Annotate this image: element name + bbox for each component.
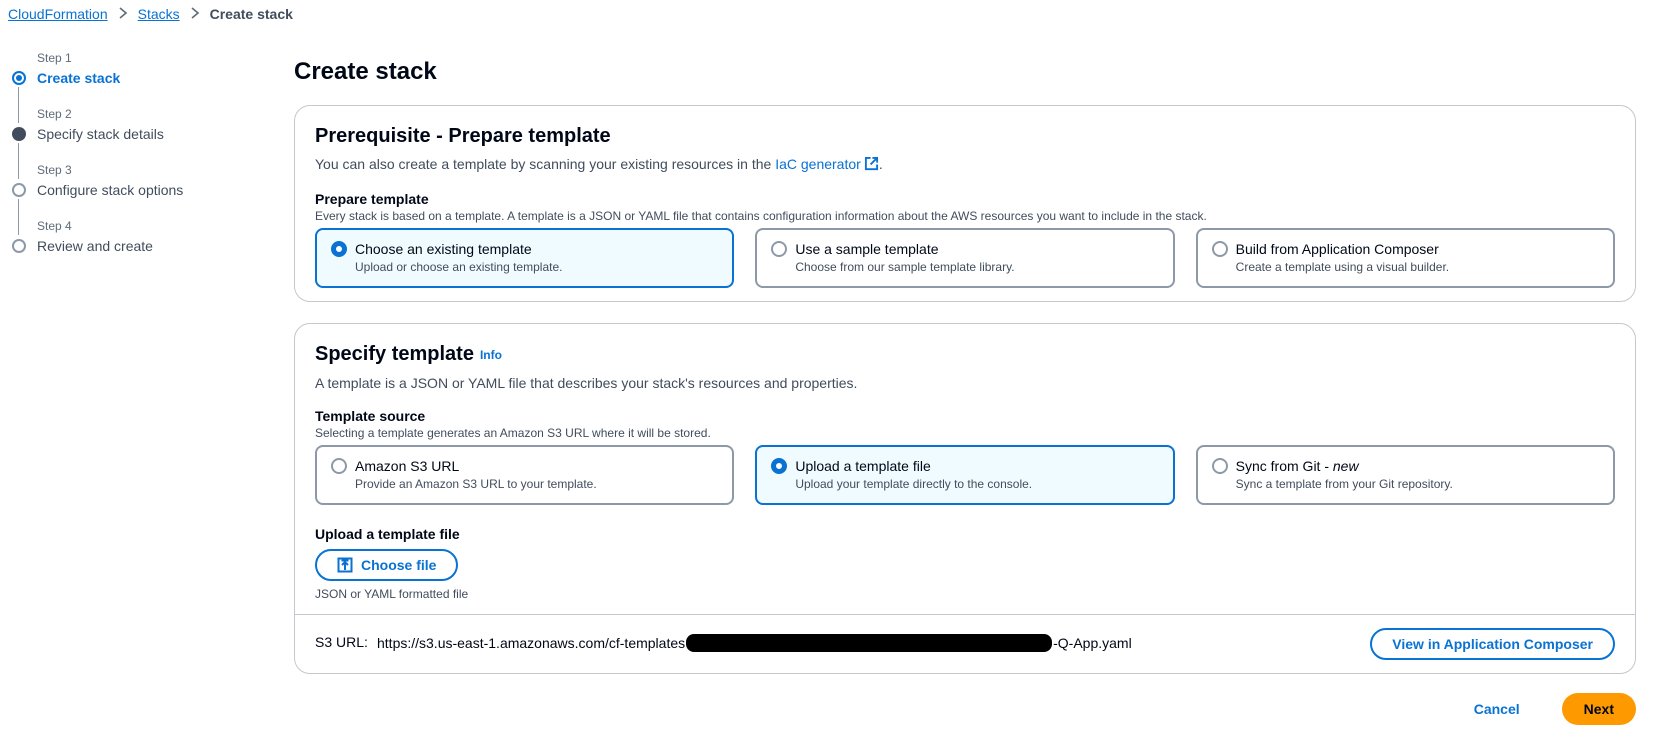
breadcrumb: CloudFormation Stacks Create stack (8, 6, 293, 22)
option-description: Choose from our sample template library. (795, 260, 1015, 274)
chevron-right-icon (190, 6, 200, 22)
option-description: Provide an Amazon S3 URL to your templat… (355, 476, 597, 491)
choose-file-label: Choose file (361, 556, 437, 573)
external-link-icon[interactable] (864, 156, 879, 176)
template-source-options: Amazon S3 URL Provide an Amazon S3 URL t… (315, 444, 1615, 505)
specify-template-title: Specify template (315, 343, 474, 365)
file-format-hint: JSON or YAML formatted file (315, 586, 469, 601)
option-title: Use a sample template (795, 241, 939, 257)
prepare-template-description: Every stack is based on a template. A te… (315, 209, 1207, 223)
specify-template-heading: Specify template Info (315, 342, 1615, 367)
s3-url-row: S3 URL: https://s3.us-east-1.amazonaws.c… (295, 614, 1635, 673)
step-title: Configure stack options (37, 182, 184, 198)
radio-selected-icon[interactable] (331, 241, 347, 257)
option-description: Upload your template directly to the con… (795, 476, 1033, 491)
prerequisite-panel: Prerequisite - Prepare template You can … (294, 105, 1636, 302)
s3-url-suffix: -Q-App.yaml (1053, 635, 1132, 651)
option-upload-template-file[interactable]: Upload a template file Upload your templ… (755, 444, 1175, 505)
prerequisite-heading: Prerequisite - Prepare template (315, 125, 611, 147)
option-title-text: Sync from Git - (1235, 457, 1333, 474)
radio-unselected-icon[interactable] (1211, 241, 1228, 257)
step-create-stack[interactable]: Step 1 Create stack (8, 48, 248, 123)
new-badge: new (1332, 457, 1359, 474)
prepare-template-label: Prepare template (315, 191, 429, 207)
template-source-description: Selecting a template generates an Amazon… (315, 425, 711, 440)
chevron-right-icon (118, 6, 128, 22)
option-amazon-s3-url[interactable]: Amazon S3 URL Provide an Amazon S3 URL t… (315, 444, 735, 505)
option-use-sample-template[interactable]: Use a sample template Choose from our sa… (755, 228, 1175, 288)
upload-template-label: Upload a template file (315, 525, 460, 542)
breadcrumb-stacks[interactable]: Stacks (138, 6, 180, 22)
option-choose-existing-template[interactable]: Choose an existing template Upload or ch… (315, 228, 735, 288)
option-description: Upload or choose an existing template. (355, 260, 563, 274)
step-number: Step 4 (37, 219, 72, 233)
step-number: Step 3 (37, 163, 72, 177)
info-link[interactable]: Info (480, 348, 502, 362)
option-title: Choose an existing template (355, 241, 532, 257)
radio-selected-icon[interactable] (771, 457, 788, 474)
punctuation: . (878, 156, 883, 172)
option-description: Sync a template from your Git repository… (1235, 476, 1453, 491)
option-build-from-application-composer[interactable]: Build from Application Composer Create a… (1195, 228, 1615, 288)
s3-url-label: S3 URL: (315, 634, 368, 650)
step-title: Review and create (37, 238, 153, 254)
radio-unselected-icon[interactable] (771, 241, 788, 257)
next-button[interactable]: Next (1561, 693, 1636, 725)
step-active-icon (12, 71, 26, 85)
redacted-block (686, 634, 1053, 652)
view-in-application-composer-button[interactable]: View in Application Composer (1370, 628, 1615, 660)
option-title: Upload a template file (795, 457, 931, 474)
prerequisite-description: You can also create a template by scanni… (315, 154, 1615, 176)
radio-unselected-icon[interactable] (1211, 457, 1228, 474)
option-title: Amazon S3 URL (355, 457, 460, 474)
step-title: Create stack (37, 70, 121, 86)
s3-url-value: https://s3.us-east-1.amazonaws.com/cf-te… (377, 634, 1132, 652)
step-pending-icon (12, 239, 26, 253)
specify-template-panel: Specify template Info A template is a JSO… (294, 323, 1636, 674)
wizard-steps: Step 1 Create stack Step 2 Specify stack… (8, 48, 248, 272)
step-review-and-create: Step 4 Review and create (8, 216, 248, 272)
radio-unselected-icon[interactable] (331, 457, 347, 474)
step-next-icon (12, 127, 26, 141)
option-title: Build from Application Composer (1235, 241, 1439, 257)
prepare-template-options: Choose an existing template Upload or ch… (315, 228, 1615, 288)
s3-url-prefix: https://s3.us-east-1.amazonaws.com/cf-te… (377, 635, 686, 651)
cancel-button[interactable]: Cancel (1474, 701, 1520, 717)
iac-generator-link[interactable]: IaC generator (775, 156, 861, 172)
option-title: Sync from Git - new (1236, 456, 1359, 476)
step-configure-stack-options: Step 3 Configure stack options (8, 160, 248, 235)
upload-icon (337, 557, 353, 573)
breadcrumb-cloudformation[interactable]: CloudFormation (8, 6, 108, 22)
step-title: Specify stack details (37, 126, 164, 142)
specify-template-description: A template is a JSON or YAML file that d… (315, 374, 858, 391)
page-title: Create stack (294, 58, 437, 85)
step-number: Step 1 (37, 51, 72, 65)
option-sync-from-git[interactable]: Sync from Git - new Sync a template from… (1195, 444, 1615, 505)
option-description: Create a template using a visual builder… (1235, 260, 1450, 274)
wizard-footer: Cancel Next (1474, 693, 1636, 725)
choose-file-button[interactable]: Choose file (315, 548, 459, 581)
prerequisite-description-text: You can also create a template by scanni… (315, 156, 772, 172)
step-specify-stack-details: Step 2 Specify stack details (8, 104, 248, 179)
breadcrumb-current: Create stack (209, 6, 293, 22)
template-source-label: Template source (315, 407, 426, 424)
step-pending-icon (12, 183, 26, 197)
step-number: Step 2 (37, 107, 72, 121)
